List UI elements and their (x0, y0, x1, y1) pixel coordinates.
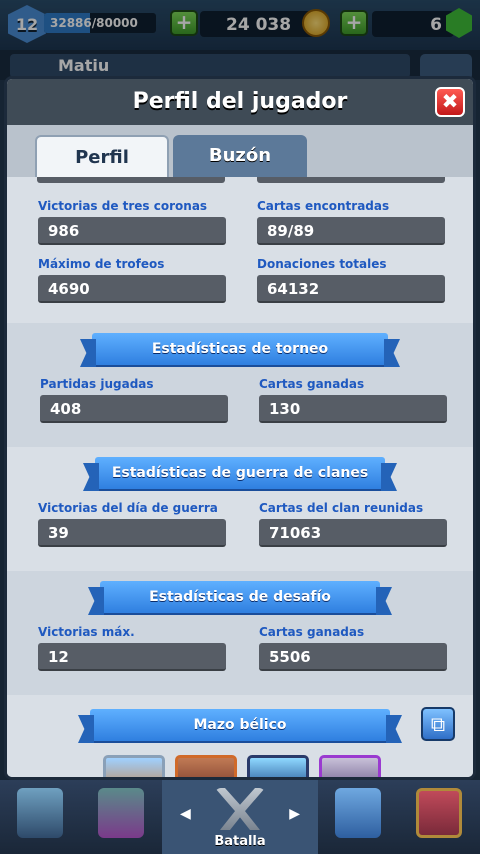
stat-label: Victorias del día de guerra (38, 501, 218, 515)
clipped-value-box (257, 177, 445, 183)
challenge-section: Estadísticas de desafío Victorias máx. 1… (7, 571, 473, 695)
clan-icon (335, 788, 381, 838)
stat-label: Victorias de tres coronas (38, 199, 208, 213)
tab-buzon[interactable]: Buzón (173, 135, 307, 177)
tab-perfil[interactable]: Perfil (35, 135, 169, 177)
stat-value: 986 (38, 217, 226, 245)
nav-shop[interactable] (0, 780, 80, 854)
deck-card[interactable] (103, 755, 165, 777)
arrow-left-icon: ◀ (180, 806, 191, 822)
copy-deck-icon: ⧉ (430, 712, 446, 736)
tab-buzon-label: Buzón (208, 145, 272, 166)
stat-value: 89/89 (257, 217, 445, 245)
stat-label: Partidas jugadas (40, 377, 154, 391)
profile-modal: Perfil del jugador ✖ Perfil Buzón Victor… (4, 76, 476, 780)
modal-title-text: Perfil del jugador (132, 89, 348, 114)
stat-label: Cartas encontradas (257, 199, 390, 213)
section-banner: Mazo bélico (90, 709, 390, 741)
deck-card[interactable] (247, 755, 309, 777)
arrow-right-icon: ▶ (289, 806, 300, 822)
stat-label: Máximo de trofeos (38, 257, 165, 271)
stats-scroll-area[interactable]: Victorias de tres coronas 986 Cartas enc… (7, 177, 473, 777)
nav-clan[interactable] (318, 780, 398, 854)
clan-war-section: Estadísticas de guerra de clanes Victori… (7, 447, 473, 571)
events-icon (416, 788, 462, 838)
section-banner: Estadísticas de desafío (100, 581, 380, 613)
close-button[interactable]: ✖ (435, 87, 465, 117)
bottom-nav: ◀ ▶ Batalla (0, 780, 480, 854)
tab-perfil-label: Perfil (75, 147, 129, 168)
copy-deck-button[interactable]: ⧉ (421, 707, 455, 741)
cards-icon (98, 788, 144, 838)
shop-chest-icon (17, 788, 63, 838)
clipped-value-box (37, 177, 225, 183)
tab-bar: Perfil Buzón (7, 125, 473, 177)
deck-card[interactable] (319, 755, 381, 777)
war-deck-section: Mazo bélico ⧉ (7, 695, 473, 777)
stat-label: Cartas ganadas (259, 377, 365, 391)
stat-value: 130 (259, 395, 447, 423)
stat-label: Victorias máx. (38, 625, 135, 639)
stat-value: 39 (38, 519, 226, 547)
nav-cards[interactable] (80, 780, 162, 854)
section-banner: Estadísticas de guerra de clanes (95, 457, 385, 489)
crossed-swords-icon (215, 788, 265, 830)
stat-label: Cartas del clan reunidas (259, 501, 424, 515)
stat-label: Cartas ganadas (259, 625, 365, 639)
nav-battle[interactable]: ◀ ▶ Batalla (162, 780, 318, 854)
modal-title: Perfil del jugador (7, 79, 473, 125)
nav-battle-label: Batalla (214, 834, 266, 849)
stat-value: 71063 (259, 519, 447, 547)
stat-value: 64132 (257, 275, 445, 303)
stat-value: 12 (38, 643, 226, 671)
stat-value: 408 (40, 395, 228, 423)
stat-label: Donaciones totales (257, 257, 387, 271)
deck-card[interactable] (175, 755, 237, 777)
nav-events[interactable] (398, 780, 480, 854)
close-icon: ✖ (441, 89, 459, 113)
tournament-section: Estadísticas de torneo Partidas jugadas … (7, 323, 473, 447)
stat-value: 4690 (38, 275, 226, 303)
section-banner: Estadísticas de torneo (92, 333, 388, 365)
stat-value: 5506 (259, 643, 447, 671)
